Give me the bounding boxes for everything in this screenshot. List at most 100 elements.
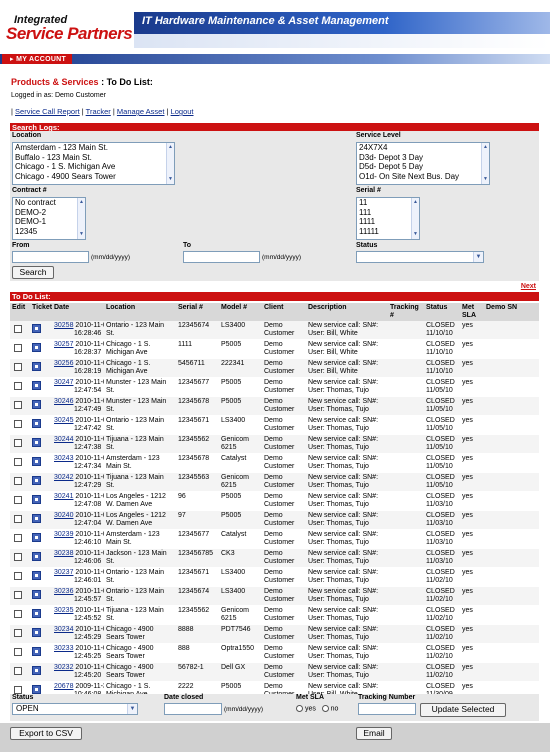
ticket-icon[interactable] bbox=[32, 609, 41, 618]
met-sla-no-radio[interactable] bbox=[321, 705, 329, 712]
row-checkbox[interactable] bbox=[14, 553, 22, 561]
row-checkbox[interactable] bbox=[14, 344, 22, 352]
list-item[interactable]: D5d- Depot 5 Day bbox=[359, 162, 489, 172]
ticket-icon[interactable] bbox=[32, 666, 41, 675]
listbox-scrollbar[interactable] bbox=[481, 143, 489, 184]
ticket-link[interactable]: 30232 bbox=[54, 664, 73, 671]
ticket-icon[interactable] bbox=[32, 457, 41, 466]
ticket-link[interactable]: 30244 bbox=[54, 436, 73, 443]
ticket-link[interactable]: 30239 bbox=[54, 531, 73, 538]
ticket-icon[interactable] bbox=[32, 476, 41, 485]
list-item[interactable]: Amsterdam - 123 Main St. bbox=[15, 143, 174, 153]
logout-link[interactable]: Logout bbox=[171, 107, 194, 116]
ticket-link[interactable]: 30237 bbox=[54, 569, 73, 576]
to-date-input[interactable] bbox=[183, 251, 260, 263]
ticket-icon[interactable] bbox=[32, 419, 41, 428]
list-item[interactable]: 11 bbox=[359, 198, 419, 208]
ticket-icon[interactable] bbox=[32, 685, 41, 694]
export-csv-button[interactable]: Export to CSV bbox=[10, 727, 82, 740]
met-sla-yes-radio[interactable] bbox=[296, 705, 303, 712]
service-call-report-link[interactable]: Service Call Report bbox=[15, 107, 80, 116]
list-item[interactable]: 111 bbox=[359, 208, 419, 218]
row-checkbox[interactable] bbox=[14, 629, 22, 637]
listbox-scrollbar[interactable] bbox=[77, 198, 85, 239]
ticket-icon[interactable] bbox=[32, 362, 41, 371]
update-selected-button[interactable]: Update Selected bbox=[420, 703, 506, 717]
ticket-icon[interactable] bbox=[32, 381, 41, 390]
row-checkbox[interactable] bbox=[14, 610, 22, 618]
ticket-link[interactable]: 30245 bbox=[54, 417, 73, 424]
ticket-link[interactable]: 20678 bbox=[54, 683, 73, 690]
contract-listbox[interactable]: No contract DEMO-2 DEMO-1 12345 bbox=[12, 197, 86, 240]
date-closed-input[interactable] bbox=[164, 703, 222, 715]
manage-asset-link[interactable]: Manage Asset bbox=[117, 107, 165, 116]
ticket-icon[interactable] bbox=[32, 590, 41, 599]
ticket-link[interactable]: 30241 bbox=[54, 493, 73, 500]
ticket-link[interactable]: 30236 bbox=[54, 588, 73, 595]
ticket-link[interactable]: 30247 bbox=[54, 379, 73, 386]
ticket-icon[interactable] bbox=[32, 514, 41, 523]
ticket-link[interactable]: 30233 bbox=[54, 645, 73, 652]
tracker-link[interactable]: Tracker bbox=[86, 107, 111, 116]
listbox-scrollbar[interactable] bbox=[166, 143, 174, 184]
list-item[interactable]: No contract bbox=[15, 198, 85, 208]
ticket-icon[interactable] bbox=[32, 324, 41, 333]
list-item[interactable]: 12345 bbox=[15, 227, 85, 237]
list-item[interactable]: O1d- On Site Next Bus. Day bbox=[359, 172, 489, 182]
list-item[interactable]: Chicago - 1 S. Michigan Ave bbox=[15, 162, 174, 172]
ticket-link[interactable]: 30256 bbox=[54, 360, 73, 367]
row-checkbox[interactable] bbox=[14, 572, 22, 580]
list-item[interactable]: 1111 bbox=[359, 217, 419, 227]
row-checkbox[interactable] bbox=[14, 325, 22, 333]
row-checkbox[interactable] bbox=[14, 363, 22, 371]
update-status-select[interactable]: OPEN ▼ bbox=[12, 703, 138, 715]
chevron-down-icon[interactable]: ▼ bbox=[473, 252, 483, 262]
ticket-icon[interactable] bbox=[32, 571, 41, 580]
ticket-link[interactable]: 30235 bbox=[54, 607, 73, 614]
chevron-down-icon[interactable]: ▼ bbox=[127, 704, 137, 714]
row-checkbox[interactable] bbox=[14, 477, 22, 485]
my-account-tab[interactable]: ▸ MY ACCOUNT bbox=[2, 54, 73, 64]
ticket-link[interactable]: 30243 bbox=[54, 455, 73, 462]
row-checkbox[interactable] bbox=[14, 534, 22, 542]
row-checkbox[interactable] bbox=[14, 515, 22, 523]
ticket-link[interactable]: 30234 bbox=[54, 626, 73, 633]
list-item[interactable]: 11111 bbox=[359, 227, 419, 237]
search-button[interactable]: Search bbox=[12, 266, 54, 279]
row-checkbox[interactable] bbox=[14, 591, 22, 599]
service-level-listbox[interactable]: 24X7X4 D3d- Depot 3 Day D5d- Depot 5 Day… bbox=[356, 142, 490, 185]
row-checkbox[interactable] bbox=[14, 401, 22, 409]
ticket-link[interactable]: 30242 bbox=[54, 474, 73, 481]
ticket-icon[interactable] bbox=[32, 552, 41, 561]
ticket-link[interactable]: 30257 bbox=[54, 341, 73, 348]
email-button[interactable]: Email bbox=[356, 727, 392, 740]
row-checkbox[interactable] bbox=[14, 648, 22, 656]
ticket-icon[interactable] bbox=[32, 438, 41, 447]
ticket-link[interactable]: 30238 bbox=[54, 550, 73, 557]
row-checkbox[interactable] bbox=[14, 667, 22, 675]
row-checkbox[interactable] bbox=[14, 496, 22, 504]
row-checkbox[interactable] bbox=[14, 382, 22, 390]
listbox-scrollbar[interactable] bbox=[411, 198, 419, 239]
brand-logo[interactable]: Service Partners bbox=[6, 24, 133, 44]
ticket-icon[interactable] bbox=[32, 400, 41, 409]
list-item[interactable]: Buffalo - 123 Main St. bbox=[15, 153, 174, 163]
next-link[interactable]: Next bbox=[521, 283, 536, 290]
ticket-link[interactable]: 30240 bbox=[54, 512, 73, 519]
status-select[interactable]: ▼ bbox=[356, 251, 484, 263]
list-item[interactable]: Chicago - 4900 Sears Tower bbox=[15, 172, 174, 182]
row-checkbox[interactable] bbox=[14, 458, 22, 466]
row-checkbox[interactable] bbox=[14, 686, 22, 694]
ticket-icon[interactable] bbox=[32, 495, 41, 504]
list-item[interactable]: DEMO-2 bbox=[15, 208, 85, 218]
location-listbox[interactable]: Amsterdam - 123 Main St. Buffalo - 123 M… bbox=[12, 142, 175, 185]
row-checkbox[interactable] bbox=[14, 420, 22, 428]
list-item[interactable]: D3d- Depot 3 Day bbox=[359, 153, 489, 163]
row-checkbox[interactable] bbox=[14, 439, 22, 447]
ticket-icon[interactable] bbox=[32, 343, 41, 352]
list-item[interactable]: DEMO-1 bbox=[15, 217, 85, 227]
from-date-input[interactable] bbox=[12, 251, 89, 263]
list-item[interactable]: 24X7X4 bbox=[359, 143, 489, 153]
ticket-link[interactable]: 30246 bbox=[54, 398, 73, 405]
ticket-icon[interactable] bbox=[32, 647, 41, 656]
